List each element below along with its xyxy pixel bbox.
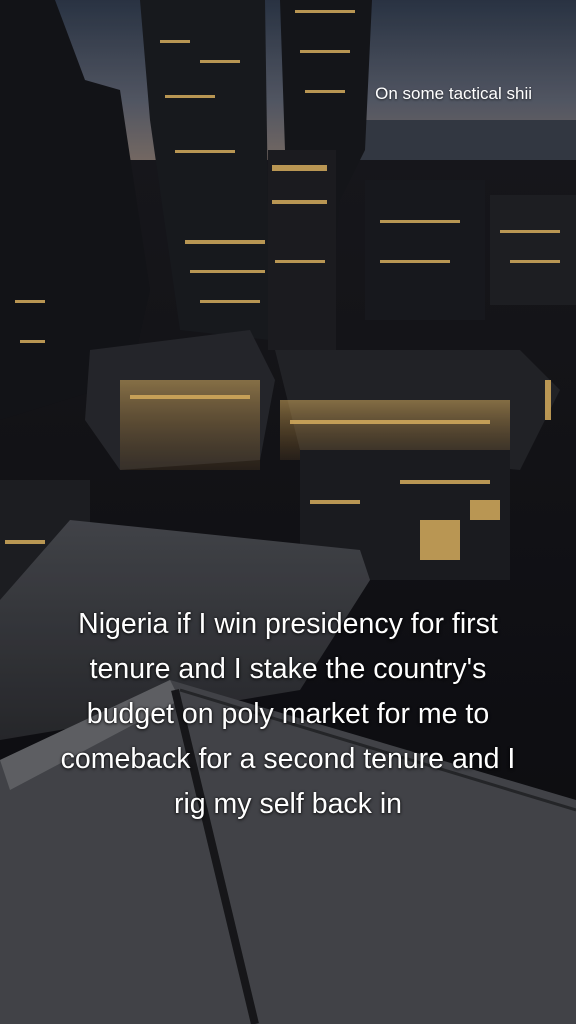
- top-caption: On some tactical shii: [375, 84, 532, 103]
- city-night-background: [0, 0, 576, 1024]
- main-caption: Nigeria if I win presidency for first te…: [8, 602, 568, 827]
- caption-line: tenure and I stake the country's: [89, 653, 487, 685]
- caption-line: budget on poly market for me to: [86, 698, 490, 730]
- caption-line: rig my self back in: [173, 788, 403, 820]
- caption-line: comeback for a second tenure and I: [60, 743, 516, 775]
- ambient-shade: [0, 0, 576, 1024]
- caption-line: Nigeria if I win presidency for first: [78, 608, 498, 640]
